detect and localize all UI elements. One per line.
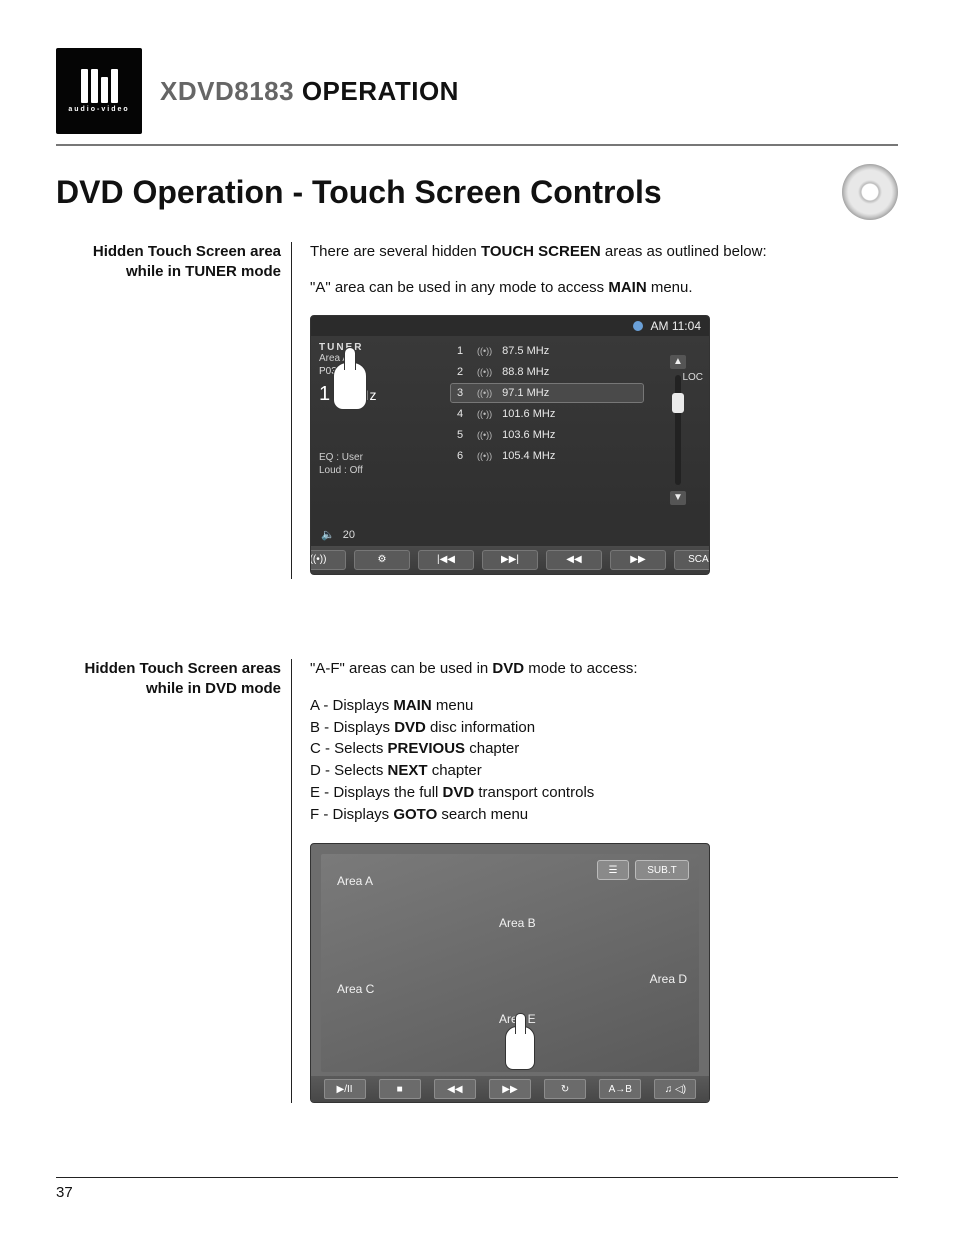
preset-list: 1((•))87.5 MHz 2((•))88.8 MHz 3((•))97.1 M…: [447, 336, 647, 524]
loc-label: LOC: [682, 372, 703, 383]
scroll-up-icon[interactable]: ▲: [670, 355, 686, 369]
list-item: F - Displays GOTO search menu: [310, 804, 898, 826]
preset-row[interactable]: 5((•))103.6 MHz: [451, 426, 643, 444]
intro-text-2: "A" area can be used in any mode to acce…: [310, 278, 898, 298]
area-a-label: Area A: [319, 353, 439, 364]
speaker-icon: 🔈: [321, 528, 335, 541]
page-number: 37: [56, 1177, 898, 1201]
side-label-tuner: Hidden Touch Screen area while in TUNER …: [56, 242, 281, 283]
volume-slider[interactable]: [675, 375, 681, 485]
header-title: XDVD8183 OPERATION: [160, 76, 459, 107]
area-b-overlay: Area B: [499, 916, 536, 930]
scroll-down-icon[interactable]: ▼: [670, 491, 686, 505]
fast-forward-button[interactable]: ▶▶: [489, 1079, 531, 1099]
preset-row[interactable]: 4((•))101.6 MHz: [451, 405, 643, 423]
mode-label: TUNER: [319, 342, 439, 353]
eq-label: EQ : User: [319, 452, 439, 463]
rewind-button[interactable]: ◀◀: [546, 550, 602, 570]
preset-row[interactable]: 3((•))97.1 MHz: [451, 384, 643, 402]
settings-button[interactable]: ⚙: [354, 550, 410, 570]
list-item: B - Displays DVD disc information: [310, 717, 898, 739]
fast-forward-button[interactable]: ▶▶: [610, 550, 666, 570]
intro-text-1: There are several hidden TOUCH SCREEN ar…: [310, 242, 898, 262]
header-operation: OPERATION: [302, 76, 459, 106]
area-c-overlay: Area C: [337, 982, 374, 996]
clock-icon: [633, 321, 643, 331]
play-pause-button[interactable]: ▶/II: [324, 1079, 366, 1099]
model-number: XDVD8183: [160, 76, 294, 106]
preset-row[interactable]: 6((•))105.4 MHz: [451, 447, 643, 465]
rewind-button[interactable]: ◀◀: [434, 1079, 476, 1099]
area-d-overlay: Area D: [650, 972, 687, 986]
header-row: audio-video XDVD8183 OPERATION: [56, 48, 898, 146]
repeat-button[interactable]: ↻: [544, 1079, 586, 1099]
list-item: C - Selects PREVIOUS chapter: [310, 738, 898, 760]
loud-label: Loud : Off: [319, 465, 439, 476]
stop-button[interactable]: ■: [379, 1079, 421, 1099]
scan-button[interactable]: SCAN: [674, 550, 710, 570]
brand-subtext: audio-video: [68, 106, 129, 113]
side-label-dvd: Hidden Touch Screen areas while in DVD m…: [56, 659, 281, 700]
area-a-overlay: Area A: [337, 874, 373, 888]
local-button[interactable]: ((•)): [310, 550, 346, 570]
dvd-intro: "A-F" areas can be used in DVD mode to a…: [310, 659, 898, 679]
pointing-hand-icon: [505, 1026, 535, 1070]
audio-button[interactable]: ♫ ◁): [654, 1079, 696, 1099]
preset-row[interactable]: 1((•))87.5 MHz: [451, 342, 643, 360]
subtitle-button[interactable]: SUB.T: [635, 860, 689, 880]
list-item: A - Displays MAIN menu: [310, 695, 898, 717]
volume-value: 20: [343, 529, 355, 541]
disc-icon: [842, 164, 898, 220]
clock-time: AM 11:04: [651, 319, 701, 333]
preset-row[interactable]: 2((•))88.8 MHz: [451, 363, 643, 381]
dvd-area-list: A - Displays MAIN menuB - Displays DVD d…: [310, 695, 898, 826]
page-title: DVD Operation - Touch Screen Controls: [56, 174, 662, 211]
prev-track-button[interactable]: |◀◀: [418, 550, 474, 570]
list-item: E - Displays the full DVD transport cont…: [310, 782, 898, 804]
menu-icon[interactable]: ☰: [597, 860, 629, 880]
dvd-screenshot: ☰ SUB.T Area A Area B Area C Area D Area…: [310, 843, 710, 1103]
list-item: D - Selects NEXT chapter: [310, 760, 898, 782]
a-b-repeat-button[interactable]: A→B: [599, 1079, 641, 1099]
next-track-button[interactable]: ▶▶|: [482, 550, 538, 570]
pointing-hand-icon: [333, 362, 367, 410]
brand-logo: audio-video: [56, 48, 142, 134]
tuner-screenshot: AM 11:04 TUNER Area A P03 ST 1 MHz EQ : …: [310, 315, 710, 575]
